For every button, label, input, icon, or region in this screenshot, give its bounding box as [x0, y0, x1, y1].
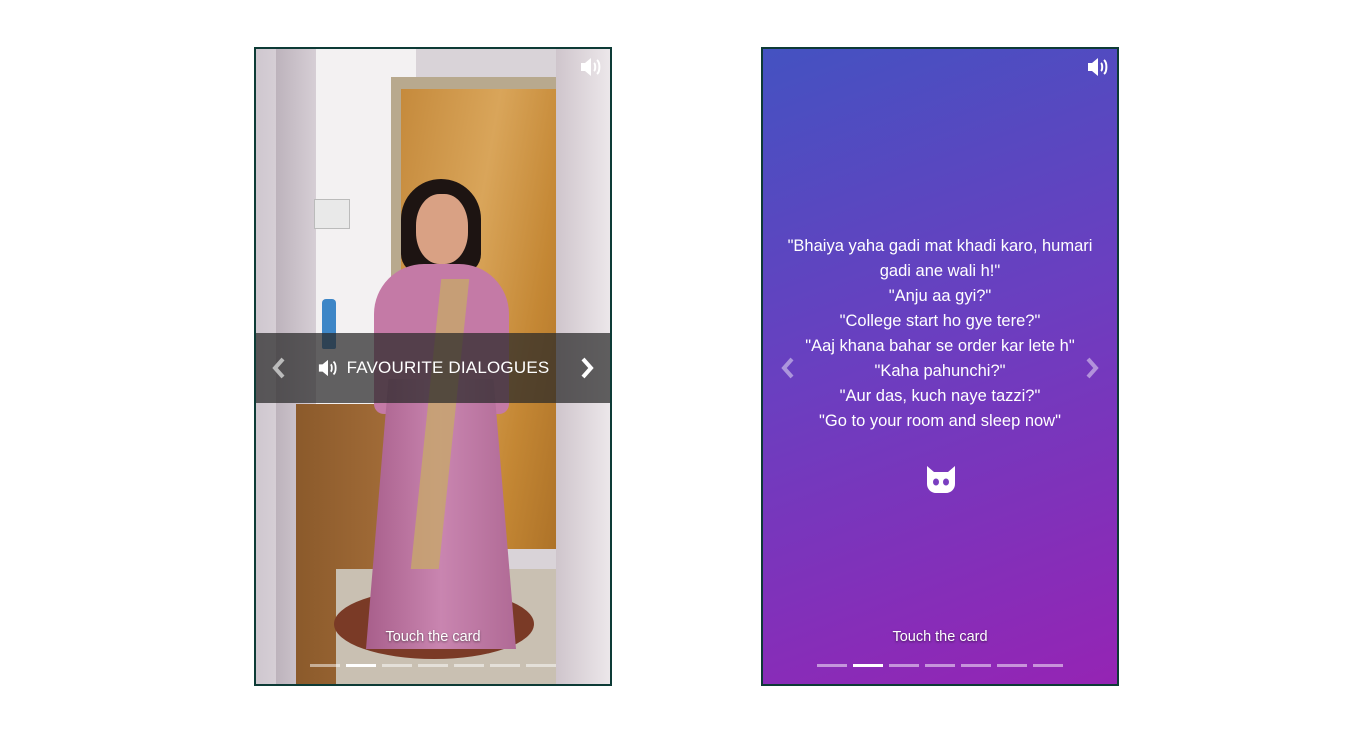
dialogue-quote: "Anju aa gyi?"	[888, 287, 992, 305]
dialogue-list: "Bhaiya yaha gadi mat khadi karo, humari…	[781, 234, 1099, 434]
page-dot[interactable]	[526, 664, 556, 667]
banner-title: FAVOURITE DIALOGUES	[346, 358, 550, 377]
volume-icon[interactable]	[1086, 56, 1110, 78]
favourite-dialogues-banner[interactable]: FAVOURITE DIALOGUES	[256, 333, 610, 403]
chevron-right-icon[interactable]	[579, 357, 595, 379]
pagination-dots	[763, 664, 1117, 667]
volume-icon	[318, 359, 337, 377]
pagination-dots	[256, 664, 610, 667]
dialogue-quote: "College start ho gye tere?"	[839, 312, 1041, 330]
volume-icon[interactable]	[579, 56, 603, 78]
dialogue-quote: "Go to your room and sleep now"	[819, 412, 1061, 430]
page-dot[interactable]	[889, 664, 919, 667]
touch-hint: Touch the card	[385, 629, 481, 645]
page-dot[interactable]	[1033, 664, 1063, 667]
page-dot-active[interactable]	[346, 664, 376, 667]
ghost-icon	[927, 466, 955, 493]
page-dot[interactable]	[817, 664, 847, 667]
dialogue-quote: "Aur das, kuch naye tazzi?"	[839, 387, 1041, 405]
page-dot[interactable]	[310, 664, 340, 667]
dialogue-quote: "Bhaiya yaha gadi mat khadi karo, humari…	[787, 237, 1093, 280]
chevron-left-icon[interactable]	[271, 357, 287, 379]
page-dot[interactable]	[925, 664, 955, 667]
dialogues-card[interactable]: "Bhaiya yaha gadi mat khadi karo, humari…	[761, 47, 1119, 686]
page-dot[interactable]	[382, 664, 412, 667]
page-dot-active[interactable]	[853, 664, 883, 667]
page-dot[interactable]	[454, 664, 484, 667]
page-dot[interactable]	[961, 664, 991, 667]
touch-hint: Touch the card	[892, 629, 988, 645]
page-dot[interactable]	[418, 664, 448, 667]
page-dot[interactable]	[997, 664, 1027, 667]
photo-card[interactable]: FAVOURITE DIALOGUES Touch the card	[254, 47, 612, 686]
dialogue-quote: "Kaha pahunchi?"	[874, 362, 1006, 380]
dialogue-quote: "Aaj khana bahar se order kar lete h"	[805, 337, 1075, 355]
page-dot[interactable]	[490, 664, 520, 667]
